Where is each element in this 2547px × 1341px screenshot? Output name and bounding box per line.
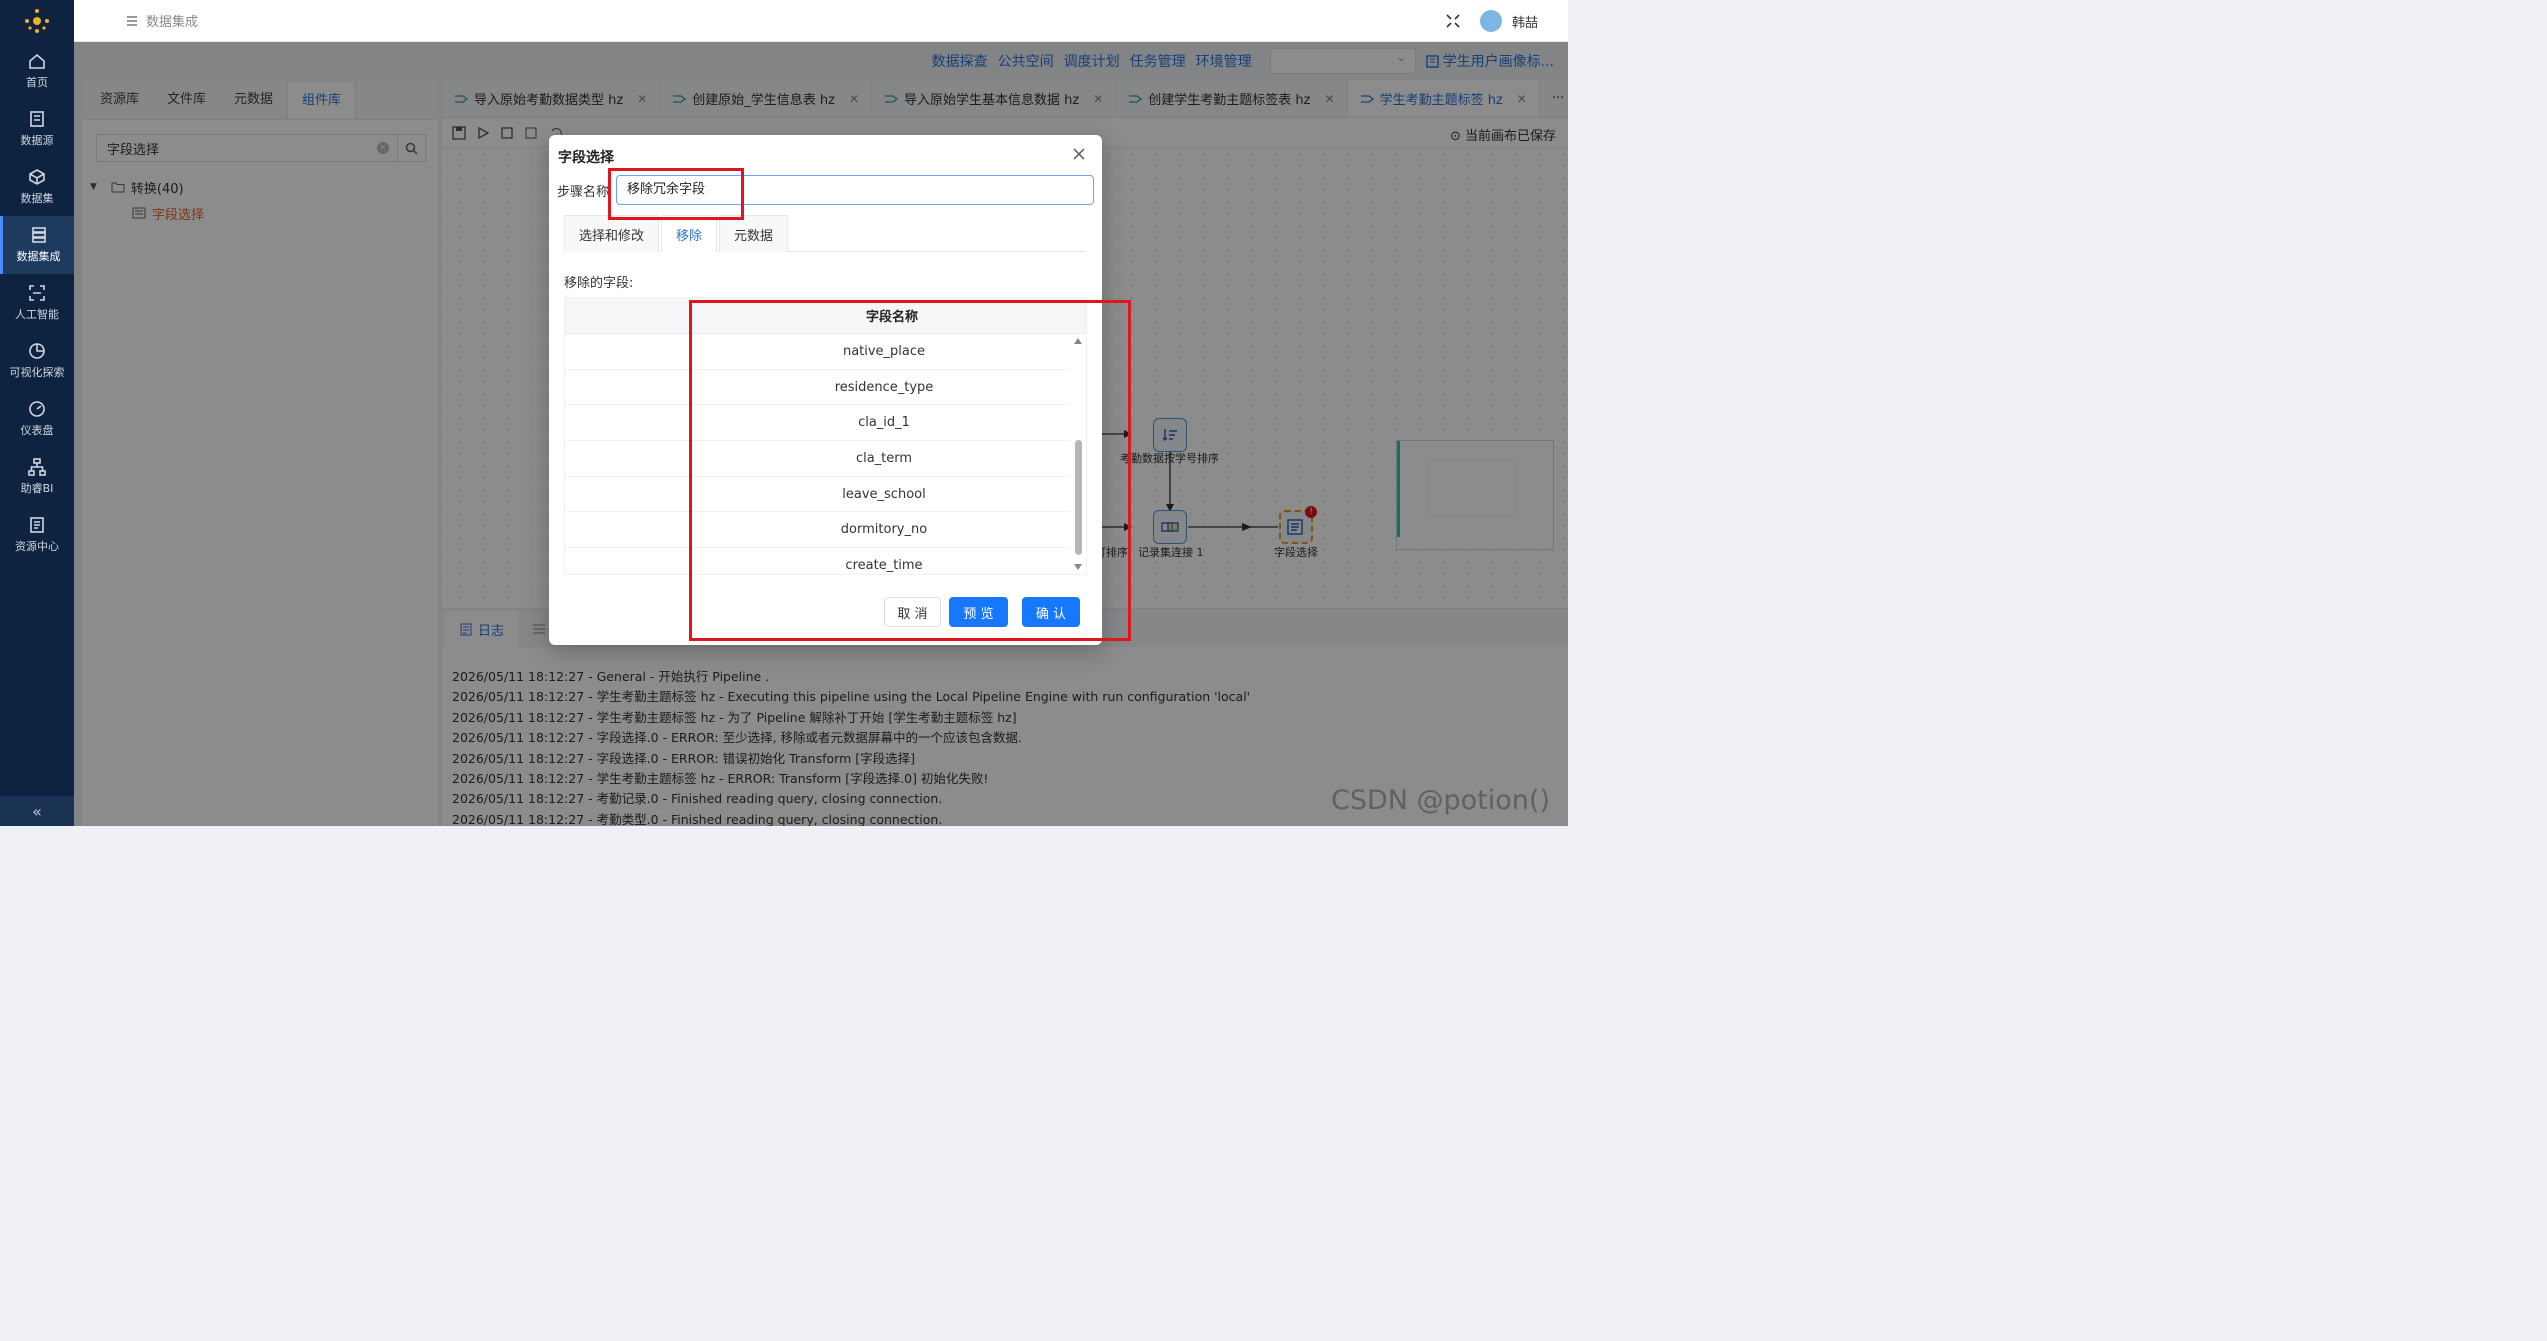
logo-icon [25,9,49,33]
field-name-cell[interactable]: dormitory_no [698,512,1070,547]
field-name-cell[interactable]: cla_id_1 [698,405,1070,440]
sidebar-item-label: 首页 [26,76,48,89]
table-row[interactable]: cla_id_1 [565,405,1070,442]
table-row[interactable]: cla_term [565,441,1070,477]
table-scrollbar[interactable] [1070,334,1086,574]
field-name-cell[interactable]: native_place [698,334,1070,369]
row-index-cell [565,370,698,405]
table-row[interactable]: leave_school [565,477,1070,513]
database-icon [30,111,44,127]
gauge-icon [29,401,45,417]
user-name[interactable]: 韩喆 [1512,12,1538,31]
sidebar-item-label: 资源中心 [15,540,59,553]
sidebar-item-home[interactable]: 首页 [0,42,74,100]
tab-remove[interactable]: 移除 [661,215,718,252]
row-index-cell [565,405,698,440]
org-icon [28,458,46,476]
sidebar-item-scan[interactable]: 人工智能 [0,274,74,332]
row-index-cell [565,512,698,547]
field-select-dialog: 字段选择 步骤名称 移除冗余字段 选择和修改 移除 元数据 移除的字段: 字段名… [549,135,1102,645]
sidebar-item-pie[interactable]: 可视化探索 [0,332,74,390]
row-index-cell [565,477,698,512]
server-icon [31,227,46,243]
table-row[interactable]: create_time [565,548,1070,574]
row-index-cell [565,334,698,369]
field-name-cell[interactable]: create_time [698,548,1070,574]
table-header: 字段名称 [565,298,1086,334]
sidebar-item-label: 数据源 [20,134,54,147]
cube-icon [29,169,45,185]
avatar[interactable] [1479,10,1502,32]
preview-button[interactable]: 预 览 [949,597,1008,627]
sidebar-item-cube[interactable]: 数据集 [0,158,74,216]
row-index-cell [565,441,698,476]
field-name-cell[interactable]: leave_school [698,477,1070,512]
scroll-up-icon[interactable] [1074,338,1082,344]
dialog-title: 字段选择 [558,150,614,166]
list-icon [127,15,137,26]
sidebar-item-label: 可视化探索 [9,366,65,379]
sidebar-item-label: 人工智能 [15,308,59,321]
header-field-name: 字段名称 [865,310,918,325]
breadcrumb: 数据集成 [126,11,198,30]
fullscreen-icon[interactable] [1446,14,1460,28]
home-icon [29,53,45,69]
sidebar-item-server[interactable]: 数据集成 [0,216,74,274]
table-row[interactable]: residence_type [565,370,1070,406]
doc-icon [30,517,44,533]
scroll-thumb[interactable] [1075,440,1082,555]
table-row[interactable]: native_place [565,334,1070,370]
row-index-cell [565,548,698,574]
scan-icon [29,285,45,301]
field-name-cell[interactable]: cla_term [698,441,1070,476]
step-name-label: 步骤名称 [557,185,610,200]
step-name-input[interactable]: 移除冗余字段 [616,175,1094,205]
tab-select-modify[interactable]: 选择和修改 [564,215,660,252]
sidebar-item-label: 助睿BI [20,482,54,495]
scroll-down-icon[interactable] [1074,564,1082,570]
pie-icon [29,343,45,359]
sidebar-item-database[interactable]: 数据源 [0,100,74,158]
field-name-cell[interactable]: residence_type [698,370,1070,405]
remove-fields-table: 字段名称 native_place residence_type cla_id_1 c… [564,297,1087,575]
cancel-button[interactable]: 取 消 [884,597,941,627]
sidebar-item-label: 数据集成 [16,250,61,263]
close-icon[interactable] [1072,147,1086,161]
sidebar-item-label: 仪表盘 [20,424,54,437]
app-header: 数据集成 韩喆 [74,0,1568,42]
sidebar-item-gauge[interactable]: 仪表盘 [0,390,74,448]
table-body: native_place residence_type cla_id_1 cla_te… [565,334,1070,574]
table-row[interactable]: dormitory_no [565,512,1070,549]
dialog-tabs: 选择和修改 移除 元数据 [564,215,1086,252]
sidebar-item-label: 数据集 [20,192,54,205]
tab-meta[interactable]: 元数据 [719,215,789,252]
sidebar: 首页数据源数据集数据集成人工智能可视化探索仪表盘助睿BI 资源中心 « [0,0,74,826]
app-logo[interactable] [0,0,74,42]
confirm-button[interactable]: 确 认 [1022,597,1080,627]
sidebar-item-doc[interactable]: 资源中心 [0,506,74,564]
sidebar-collapse-button[interactable]: « [0,796,74,826]
header-index-cell [565,298,698,333]
sidebar-item-org[interactable]: 助睿BI [0,448,74,506]
remove-fields-label: 移除的字段: [564,276,634,291]
breadcrumb-label: 数据集成 [146,15,199,30]
